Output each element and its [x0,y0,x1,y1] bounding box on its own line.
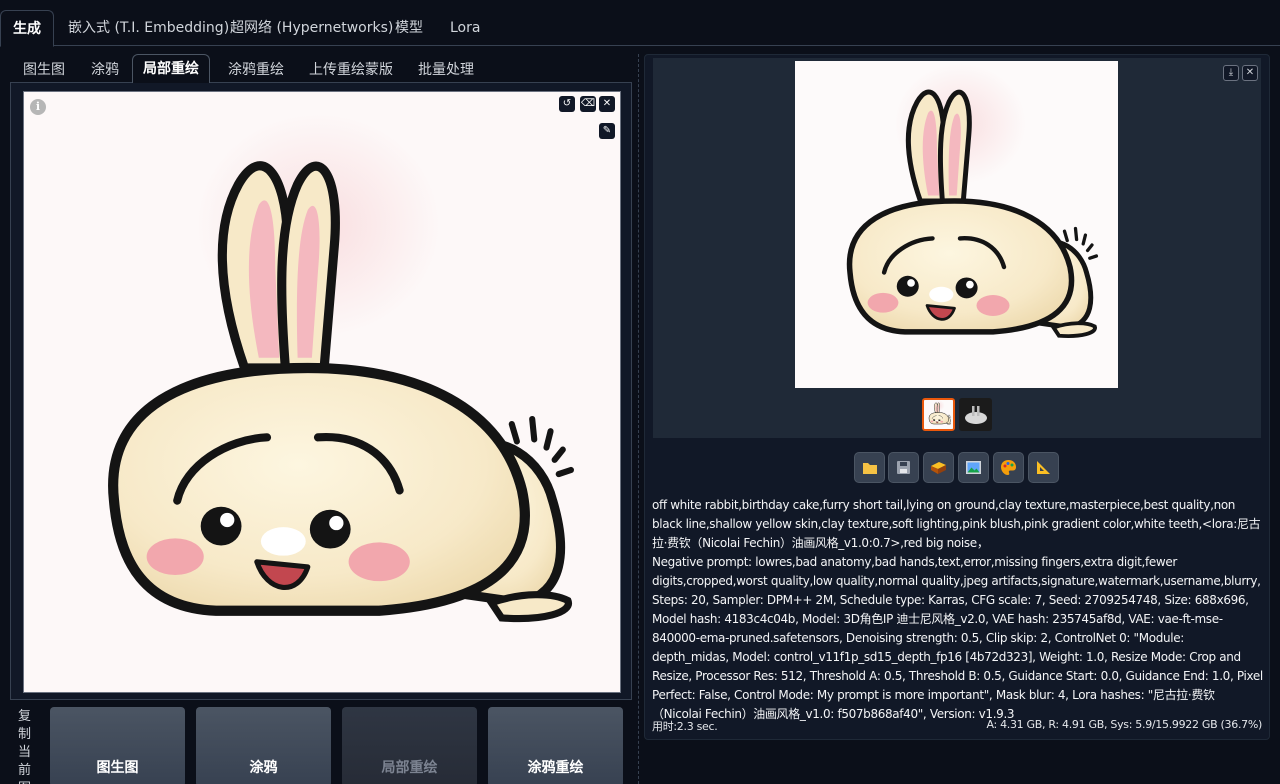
rabbit-result-image [795,61,1118,388]
ruler-icon [1037,461,1050,474]
inpaint-canvas[interactable] [23,91,621,693]
rabbit-image [24,92,620,692]
undo-icon[interactable]: ↺ [559,96,575,112]
generation-info: off white rabbit,birthday cake,furry sho… [652,496,1264,724]
open-folder-button[interactable] [854,452,885,483]
send-to-extras-button[interactable] [1028,452,1059,483]
close-icon[interactable]: ✕ [1242,65,1258,81]
download-icon[interactable]: ⤓ [1223,65,1239,81]
memory-usage: A: 4.31 GB, R: 4.91 GB, Sys: 5.9/15.9922… [986,718,1262,731]
tab-inpaint-upload[interactable]: 上传重绘蒙版 [299,57,403,83]
copy-to-inpaint-sketch-button[interactable]: 涂鸦重绘 [488,707,623,784]
tab-embedding[interactable]: 嵌入式 (T.I. Embedding) [56,10,241,46]
info-icon[interactable]: i [30,99,46,115]
brush-icon[interactable]: ✎ [599,123,615,139]
zip-icon [931,462,946,474]
main-tabs: 生成 嵌入式 (T.I. Embedding) 超网络 (Hypernetwor… [0,0,1280,47]
inpaint-canvas-panel: i ↺ ⌫ ✕ ✎ [10,83,632,700]
tab-lora[interactable]: Lora [438,10,492,46]
column-divider [638,54,639,784]
tab-inpaint-sketch[interactable]: 涂鸦重绘 [218,57,294,83]
depth-map-thumbnail [959,398,992,431]
gallery-thumbnail[interactable] [959,398,992,431]
tab-hypernetworks[interactable]: 超网络 (Hypernetworks) [218,10,405,46]
zip-button[interactable] [923,452,954,483]
save-button[interactable] [888,452,919,483]
copy-current-image-label: 复制当前图 [18,709,32,784]
copy-to-img2img-button[interactable]: 图生图 [50,707,185,784]
performance-footer: 用时:2.3 sec. A: 4.31 GB, R: 4.91 GB, Sys:… [652,718,1264,734]
generation-params-text: Steps: 20, Sampler: DPM++ 2M, Schedule t… [652,593,1263,721]
send-to-inpaint-button[interactable] [993,452,1024,483]
elapsed-time: 用时:2.3 sec. [652,720,718,733]
copy-to-sketch-button[interactable]: 涂鸦 [196,707,331,784]
save-icon [897,461,910,474]
output-image[interactable] [795,61,1118,388]
negative-prompt-text: Negative prompt: lowres,bad anatomy,bad … [652,555,1261,588]
close-icon[interactable]: ✕ [599,96,615,112]
tab-img2img[interactable]: 图生图 [13,57,75,83]
gallery-thumbnail[interactable] [922,398,955,431]
palette-icon [1001,460,1016,475]
copy-to-inpaint-button[interactable]: 局部重绘 [342,707,477,784]
folder-icon [862,463,877,474]
img2img-mode-tabs: 图生图 涂鸦 局部重绘 涂鸦重绘 上传重绘蒙版 批量处理 [10,54,632,84]
tab-generate[interactable]: 生成 [0,10,54,47]
tab-models[interactable]: 模型 [383,10,435,46]
clear-icon[interactable]: ⌫ [580,96,596,112]
send-to-img2img-button[interactable] [958,452,989,483]
prompt-text: off white rabbit,birthday cake,furry sho… [652,498,1261,550]
tab-sketch[interactable]: 涂鸦 [81,57,129,83]
rabbit-thumbnail [924,400,953,429]
tab-batch[interactable]: 批量处理 [408,57,484,83]
tab-inpaint[interactable]: 局部重绘 [132,54,210,84]
image-icon [966,461,981,474]
